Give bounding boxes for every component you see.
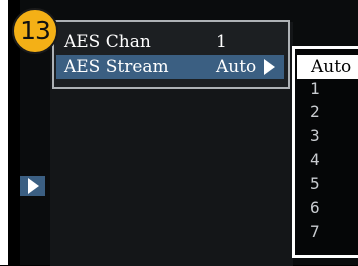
menu-item-label: AES Stream — [64, 57, 169, 77]
dropdown-option[interactable]: 4 — [310, 149, 320, 171]
dropdown-option[interactable]: 2 — [310, 101, 320, 123]
menu-item-aes-stream[interactable]: AES Stream Auto — [56, 55, 284, 79]
dropdown-option[interactable]: 3 — [310, 125, 320, 147]
dropdown-option[interactable]: 1 — [310, 78, 320, 100]
callout-number-badge: 13 — [12, 8, 58, 54]
submenu-arrow-icon — [264, 59, 275, 75]
dropdown-option[interactable]: 5 — [310, 173, 320, 195]
menu-item-value: Auto — [216, 57, 257, 77]
dropdown-option[interactable]: 6 — [310, 197, 320, 219]
menu-item-value: 1 — [216, 32, 227, 52]
menu-item-aes-chan[interactable]: AES Chan 1 — [64, 30, 284, 54]
chevron-right-icon — [28, 178, 39, 194]
menu-item-label: AES Chan — [64, 32, 151, 52]
dropdown-option[interactable]: 7 — [310, 221, 320, 243]
side-menu-tab[interactable] — [20, 176, 45, 196]
dropdown-option-selected[interactable]: Auto — [311, 55, 351, 79]
